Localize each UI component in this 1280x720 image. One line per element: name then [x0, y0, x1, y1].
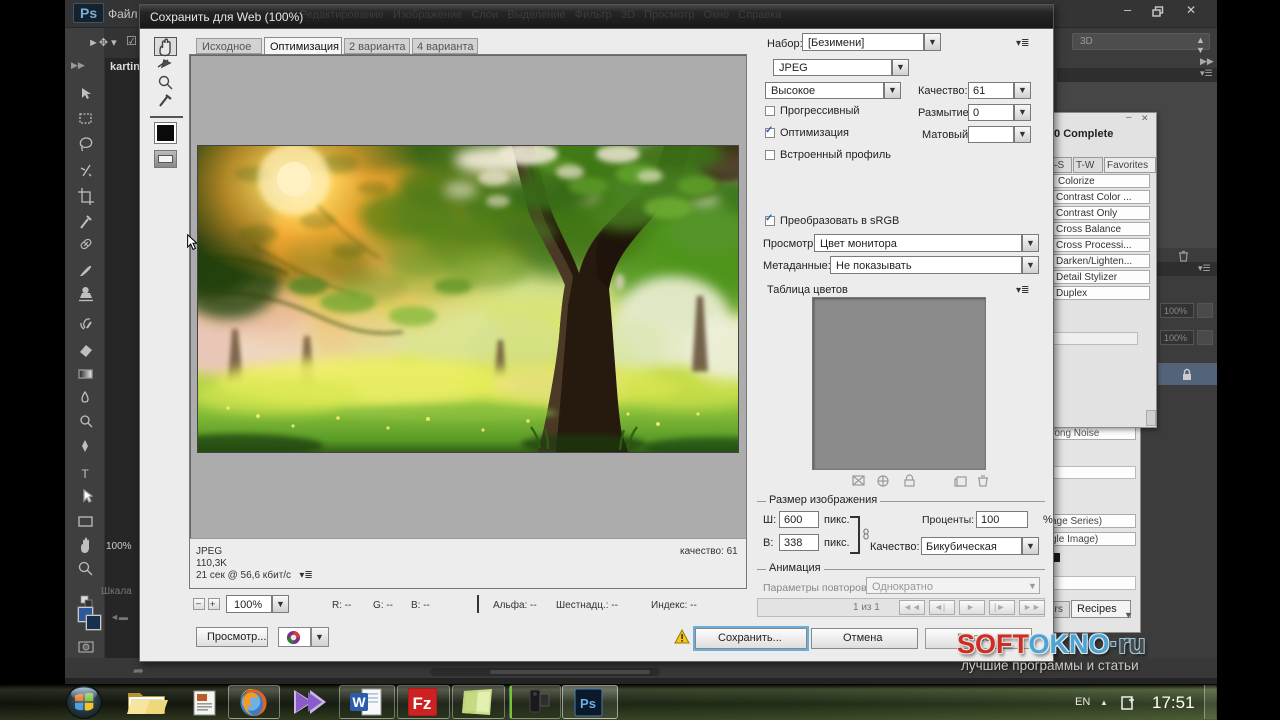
- svg-text:T: T: [81, 467, 89, 481]
- svg-text:W: W: [352, 694, 366, 710]
- svg-text:Ps: Ps: [580, 696, 596, 711]
- svg-text:Fz: Fz: [413, 694, 432, 713]
